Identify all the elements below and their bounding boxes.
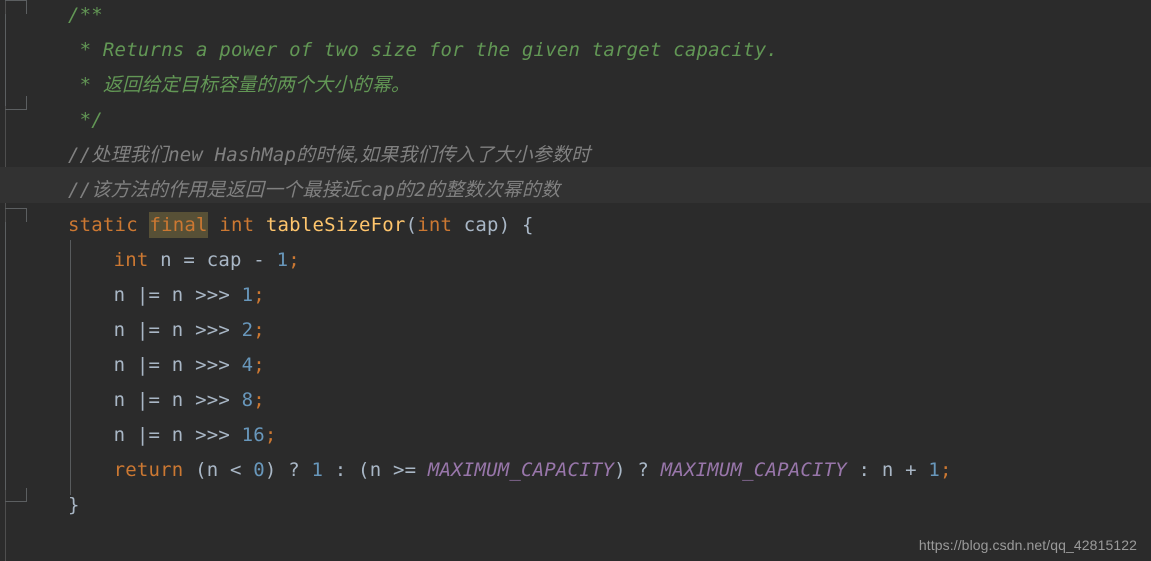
code-token: )	[614, 459, 626, 481]
code-token: (	[358, 459, 370, 481]
code-token: 返回给定目标容量的两个大小的幂。	[102, 74, 411, 96]
code-line: */	[68, 103, 103, 138]
code-line: static final int tableSizeFor(int cap) {	[68, 208, 534, 243]
code-token: 2	[241, 319, 254, 341]
code-token: cap	[360, 179, 396, 201]
code-token: new HashMap	[168, 144, 297, 166]
code-line: return (n < 0) ? 1 : (n >= MAXIMUM_CAPAC…	[114, 453, 952, 488]
code-token: ;	[288, 249, 300, 271]
code-token: ?	[276, 459, 312, 481]
code-token: 8	[241, 389, 254, 411]
code-token: ;	[253, 354, 265, 376]
code-token: ;	[253, 389, 265, 411]
code-token: 1	[276, 249, 289, 271]
code-line: * 返回给定目标容量的两个大小的幂。	[68, 68, 410, 103]
fold-marker-javadoc-start[interactable]	[5, 0, 27, 14]
code-token: n >=	[369, 459, 428, 481]
code-line: n |= n >>> 16;	[114, 418, 277, 453]
code-line: n |= n >>> 4;	[114, 348, 265, 383]
code-token: )	[264, 459, 277, 481]
indent-guide	[70, 240, 71, 495]
code-token: int	[113, 249, 149, 271]
code-token: MAXIMUM_CAPACITY	[660, 459, 847, 481]
code-token: ;	[253, 284, 265, 306]
code-token: 的	[395, 179, 415, 201]
code-token: n |= n >>>	[113, 354, 242, 376]
code-token: 1	[241, 284, 254, 306]
code-token: (	[405, 214, 418, 236]
code-token: 处理我们	[91, 144, 169, 166]
code-text-area[interactable]: /** * Returns a power of two size for th…	[0, 0, 1151, 561]
code-token: n <	[206, 459, 254, 481]
code-token: -	[253, 249, 277, 271]
code-token: ;	[940, 459, 952, 481]
code-token: MAXIMUM_CAPACITY	[427, 459, 615, 481]
code-token: cap	[452, 214, 499, 236]
fold-rail-method	[5, 222, 6, 490]
code-token: 的时候,如果我们传入了大小参数时	[296, 144, 591, 166]
code-token: n |= n >>>	[113, 389, 242, 411]
fold-rail-javadoc	[5, 14, 6, 106]
code-token: */	[68, 109, 103, 131]
code-token: }	[68, 494, 80, 516]
code-token: :	[323, 459, 359, 481]
code-token: 该方法的作用是返回一个最接近	[91, 179, 361, 201]
code-line: //处理我们new HashMap的时候,如果我们传入了大小参数时	[68, 138, 590, 173]
code-token: 0	[253, 459, 265, 481]
code-token: n |= n >>>	[113, 319, 242, 341]
editor-gutter[interactable]	[0, 0, 60, 561]
code-token: ;	[253, 319, 265, 341]
code-token: 1	[311, 459, 324, 481]
code-token: tableSizeFor	[265, 214, 406, 236]
watermark-url: https://blog.csdn.net/qq_42815122	[918, 537, 1137, 553]
code-token: //	[68, 179, 92, 201]
code-token: n |= n >>>	[113, 424, 242, 446]
code-token: n = cap	[148, 249, 254, 271]
fold-marker-method-start[interactable]	[5, 208, 27, 222]
code-line: //该方法的作用是返回一个最接近cap的2的整数次幂的数	[68, 173, 560, 208]
code-line: n |= n >>> 8;	[114, 383, 265, 418]
code-token: ;	[264, 424, 277, 446]
code-token: 2	[414, 179, 426, 201]
code-token: /**	[68, 4, 103, 26]
code-line: int n = cap - 1;	[114, 243, 300, 278]
code-token: 1	[928, 459, 941, 481]
code-editor: /** * Returns a power of two size for th…	[0, 0, 1151, 561]
code-token: * Returns a power of two size for the gi…	[68, 39, 778, 61]
code-line: n |= n >>> 1;	[114, 278, 265, 313]
code-token: 4	[241, 354, 254, 376]
code-token: int	[417, 214, 453, 236]
code-token: )	[498, 214, 522, 236]
code-token: //	[68, 144, 92, 166]
code-token: static	[68, 214, 150, 236]
code-token: int	[207, 214, 266, 236]
code-token: final	[149, 212, 208, 238]
code-token: *	[68, 74, 103, 96]
code-line: * Returns a power of two size for the gi…	[68, 33, 778, 68]
code-token: {	[521, 214, 534, 236]
code-line: /**	[68, 0, 103, 33]
code-token: 的整数次幂的数	[425, 179, 561, 201]
code-line: n |= n >>> 2;	[114, 313, 265, 348]
code-token: (	[195, 459, 207, 481]
fold-marker-method-end[interactable]	[5, 488, 27, 502]
code-token: : n +	[846, 459, 929, 481]
code-token: ?	[625, 459, 661, 481]
code-token: 16	[241, 424, 265, 446]
code-token: n |= n >>>	[113, 284, 242, 306]
code-line: }	[68, 488, 80, 523]
fold-marker-javadoc-end[interactable]	[5, 96, 27, 110]
code-token: return	[113, 459, 184, 481]
